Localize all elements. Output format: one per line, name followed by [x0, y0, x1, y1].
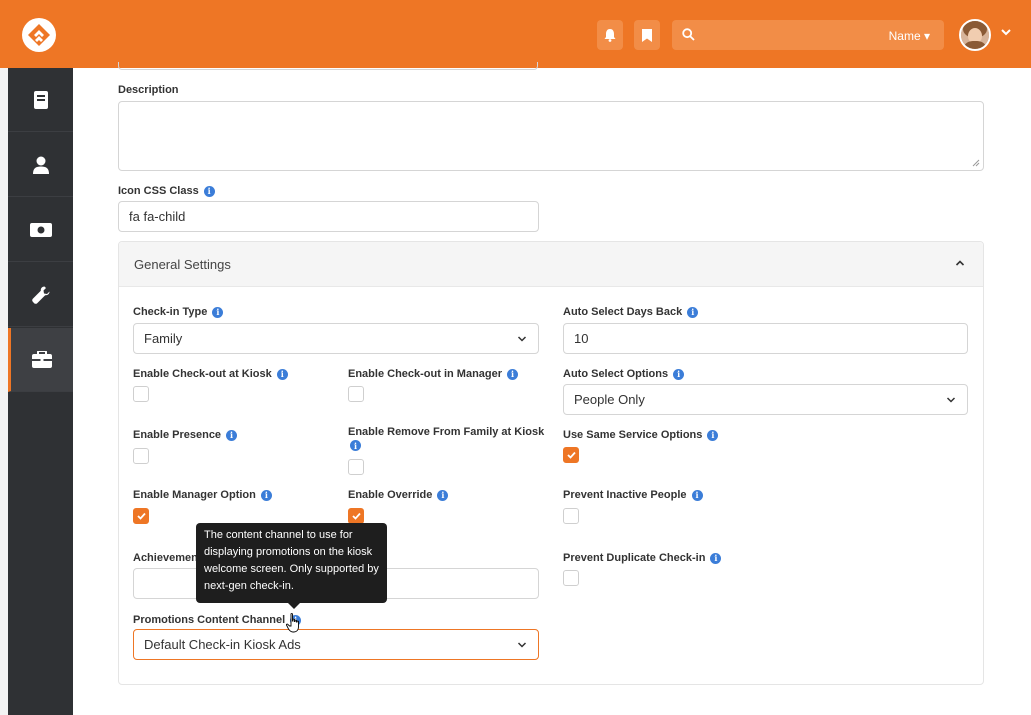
info-icon[interactable]: i	[350, 440, 361, 451]
prevent-inactive-checkbox[interactable]	[563, 508, 579, 524]
chevron-down-icon	[946, 397, 956, 403]
info-icon[interactable]: i	[212, 306, 224, 318]
enable-checkout-manager-checkbox[interactable]	[348, 386, 364, 402]
auto-select-days-label: Auto Select Days Back i	[563, 306, 699, 318]
info-icon[interactable]: i	[507, 368, 519, 380]
prevent-duplicate-label: Prevent Duplicate Check-in i	[563, 552, 722, 564]
enable-presence-checkbox[interactable]	[133, 448, 149, 464]
enable-manager-option-checkbox[interactable]	[133, 508, 149, 524]
info-icon[interactable]: i	[687, 306, 699, 318]
promotions-tooltip: The content channel to use for displayin…	[196, 523, 387, 603]
achievement-label: Achievemen	[133, 552, 198, 564]
person-icon	[32, 156, 49, 174]
chevron-down-icon	[517, 642, 527, 648]
search-input[interactable]: Name ▾	[672, 20, 944, 50]
enable-remove-family-label: Enable Remove From Family at Kiosk i	[348, 426, 545, 451]
top-bar: Name ▾	[0, 0, 1031, 68]
sidebar-item-tools[interactable]	[8, 263, 73, 327]
enable-override-checkbox[interactable]	[348, 508, 364, 524]
enable-checkout-manager-label: Enable Check-out in Manager i	[348, 368, 519, 380]
bookmarks-button[interactable]	[634, 20, 660, 50]
checkin-type-label: Check-in Type i	[133, 306, 224, 318]
tooltip-arrow	[288, 603, 300, 609]
search-icon	[682, 28, 695, 41]
sidebar-item-book[interactable]	[8, 68, 73, 132]
enable-checkout-kiosk-label: Enable Check-out at Kiosk i	[133, 368, 288, 380]
panel-header[interactable]: General Settings	[119, 242, 983, 287]
prevent-duplicate-checkbox[interactable]	[563, 570, 579, 586]
enable-remove-family-checkbox[interactable]	[348, 459, 364, 475]
chevron-up-icon[interactable]	[955, 259, 965, 267]
chevron-down-icon[interactable]	[1000, 26, 1012, 38]
sidebar	[8, 68, 73, 715]
checkin-type-select[interactable]: Family	[133, 323, 539, 354]
use-same-service-label: Use Same Service Options i	[563, 429, 719, 441]
previous-field-edge	[118, 62, 538, 70]
main-content: Description Icon CSS Class i fa fa-child …	[73, 62, 1031, 715]
description-textarea[interactable]	[118, 101, 984, 171]
info-icon[interactable]: i	[260, 489, 272, 501]
prevent-inactive-label: Prevent Inactive People i	[563, 489, 703, 501]
money-icon	[29, 222, 52, 237]
info-icon[interactable]: i	[673, 368, 685, 380]
checkmark-icon	[137, 512, 146, 520]
enable-override-label: Enable Override i	[348, 489, 449, 501]
sidebar-item-admin[interactable]	[8, 328, 73, 392]
panel-title: General Settings	[134, 257, 231, 272]
info-icon[interactable]: i	[276, 368, 288, 380]
info-icon[interactable]: i	[691, 489, 703, 501]
rock-logo-icon[interactable]	[22, 18, 56, 52]
info-icon[interactable]: i	[437, 489, 449, 501]
info-icon[interactable]: i	[226, 429, 238, 441]
info-icon[interactable]: i	[203, 185, 215, 197]
hand-cursor-icon	[286, 613, 299, 633]
description-label: Description	[118, 84, 179, 96]
enable-manager-option-label: Enable Manager Option i	[133, 489, 272, 501]
auto-select-options-label: Auto Select Options i	[563, 368, 685, 380]
checkmark-icon	[352, 512, 361, 520]
briefcase-icon	[32, 351, 52, 368]
checkmark-icon	[567, 451, 576, 459]
enable-presence-label: Enable Presence i	[133, 429, 238, 441]
search-scope-dropdown[interactable]: Name ▾	[889, 29, 930, 43]
icon-css-class-label: Icon CSS Class i	[118, 185, 215, 197]
icon-css-class-input[interactable]: fa fa-child	[118, 201, 539, 232]
bell-icon	[604, 28, 616, 42]
info-icon[interactable]: i	[707, 429, 719, 441]
notifications-button[interactable]	[597, 20, 623, 50]
sidebar-item-finance[interactable]	[8, 198, 73, 262]
wrench-icon	[31, 286, 49, 304]
promotions-content-channel-select[interactable]: Default Check-in Kiosk Ads	[133, 629, 539, 660]
chevron-down-icon	[517, 336, 527, 342]
info-icon[interactable]: i	[710, 552, 722, 564]
resize-handle-icon[interactable]	[972, 159, 980, 167]
use-same-service-checkbox[interactable]	[563, 447, 579, 463]
promotions-content-channel-label: Promotions Content Channeli	[133, 614, 302, 626]
sidebar-item-people[interactable]	[8, 133, 73, 197]
bookmark-icon	[642, 28, 652, 42]
avatar[interactable]	[959, 19, 991, 51]
enable-checkout-kiosk-checkbox[interactable]	[133, 386, 149, 402]
auto-select-options-select[interactable]: People Only	[563, 384, 968, 415]
book-icon	[33, 90, 48, 109]
auto-select-days-input[interactable]: 10	[563, 323, 968, 354]
